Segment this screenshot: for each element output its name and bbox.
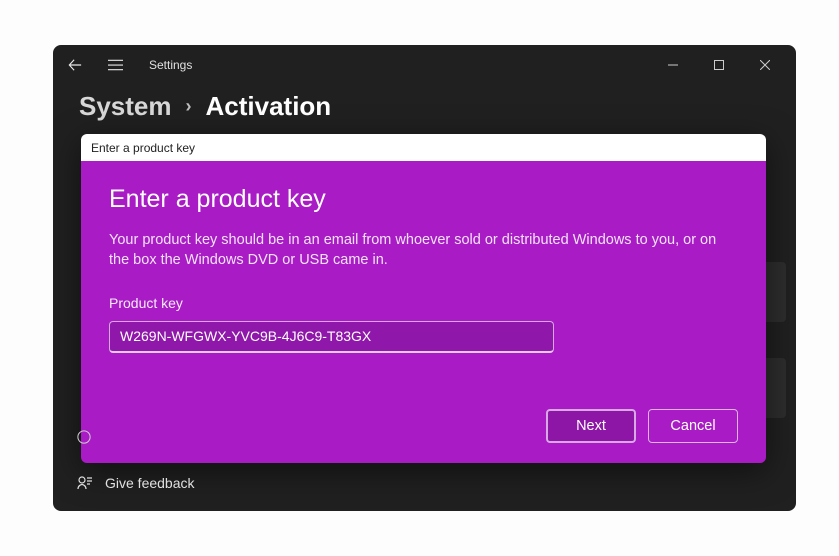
dialog-buttons: Next Cancel bbox=[109, 409, 738, 443]
help-icon[interactable] bbox=[77, 430, 91, 449]
close-button[interactable] bbox=[742, 49, 788, 81]
breadcrumb: System › Activation bbox=[53, 85, 796, 136]
next-button[interactable]: Next bbox=[546, 409, 636, 443]
settings-window: Settings System › Activati bbox=[53, 45, 796, 511]
cancel-button[interactable]: Cancel bbox=[648, 409, 738, 443]
back-arrow-icon bbox=[68, 58, 82, 72]
maximize-icon bbox=[714, 60, 724, 70]
product-key-input[interactable] bbox=[109, 321, 554, 353]
dialog-body: Enter a product key Your product key sho… bbox=[81, 161, 766, 463]
minimize-icon bbox=[668, 60, 678, 70]
menu-button[interactable] bbox=[101, 51, 129, 79]
breadcrumb-current: Activation bbox=[206, 91, 332, 122]
dialog-title: Enter a product key bbox=[109, 185, 738, 214]
dialog-description: Your product key should be in an email f… bbox=[109, 230, 729, 271]
close-icon bbox=[760, 60, 770, 70]
give-feedback-link[interactable]: Give feedback bbox=[77, 475, 195, 491]
back-button[interactable] bbox=[61, 51, 89, 79]
feedback-icon bbox=[77, 475, 93, 491]
chevron-right-icon: › bbox=[186, 96, 192, 117]
minimize-button[interactable] bbox=[650, 49, 696, 81]
dialog-caption: Enter a product key bbox=[81, 134, 766, 161]
app-title: Settings bbox=[149, 58, 192, 72]
window-controls bbox=[650, 49, 788, 81]
breadcrumb-root[interactable]: System bbox=[79, 91, 172, 122]
titlebar-left: Settings bbox=[61, 51, 192, 79]
product-key-label: Product key bbox=[109, 295, 738, 311]
feedback-label: Give feedback bbox=[105, 475, 195, 491]
product-key-dialog: Enter a product key Enter a product key … bbox=[81, 134, 766, 463]
titlebar: Settings bbox=[53, 45, 796, 85]
maximize-button[interactable] bbox=[696, 49, 742, 81]
hamburger-icon bbox=[108, 59, 123, 71]
